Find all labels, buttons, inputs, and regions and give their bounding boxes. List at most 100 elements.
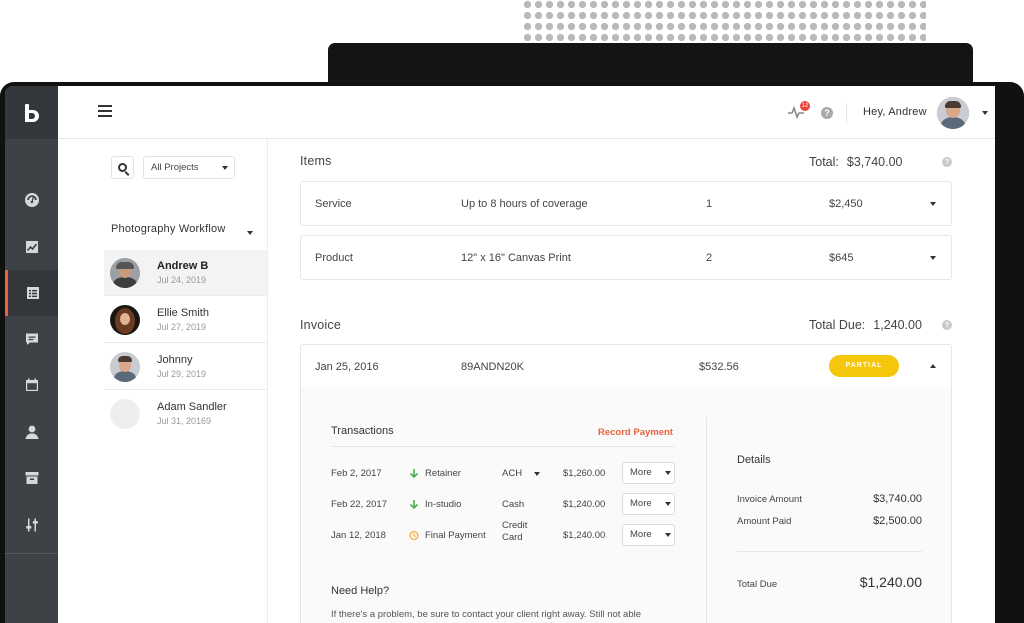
search-icon (118, 163, 127, 172)
details-rule (737, 551, 922, 552)
transaction-method-line1: Credit (502, 520, 528, 531)
app-screen: 12 ? Hey, Andrew All Projects Photograph… (5, 86, 995, 623)
workflow-panel: All Projects Photography Workflow Andrew… (58, 139, 268, 623)
details-title: Details (737, 454, 771, 466)
decorative-dot-pattern (522, 0, 926, 44)
client-name: Ellie Smith (157, 307, 209, 319)
user-avatar[interactable] (937, 97, 969, 129)
invoice-date: Jan 25, 2016 (315, 361, 379, 373)
user-greeting[interactable]: Hey, Andrew (863, 106, 927, 118)
expand-caret-icon[interactable] (930, 202, 936, 206)
invoice-row[interactable]: Jan 25, 2016 89ANDN20K $532.56 PARTIAL (300, 344, 952, 388)
items-total: Total: $3,740.00 (809, 155, 903, 169)
sidebar-item-workflow[interactable] (5, 270, 58, 316)
speedometer-icon (24, 193, 39, 207)
transaction-type: Final Payment (425, 530, 486, 541)
client-avatar-placeholder (110, 399, 140, 429)
transaction-type: In-studio (425, 499, 462, 510)
detail-label: Total Due (737, 579, 778, 590)
details-divider (706, 417, 707, 623)
help-icon[interactable]: ? (821, 107, 833, 119)
client-name: Andrew B (157, 260, 209, 272)
client-date: Jul 27, 2019 (157, 322, 207, 332)
sidebar-divider (5, 553, 58, 554)
items-total-value: $3,740.00 (846, 155, 903, 169)
client-avatar (110, 305, 140, 335)
user-menu-caret[interactable] (982, 111, 988, 115)
workflow-title[interactable]: Photography Workflow (111, 223, 225, 235)
detail-invoice-amount: Invoice Amount $3,740.00 (737, 493, 922, 505)
status-badge: PARTIAL (829, 355, 899, 377)
chat-icon (25, 333, 38, 345)
arrow-down-icon (409, 500, 419, 510)
brand-logo[interactable] (5, 86, 58, 139)
item-quantity: 2 (706, 252, 713, 264)
sidebar-item-analytics[interactable] (5, 224, 58, 270)
item-price: $645 (829, 252, 854, 264)
transaction-date: Feb 2, 2017 (331, 468, 382, 479)
header-divider (846, 103, 847, 123)
transaction-type: Retainer (425, 468, 461, 479)
top-header: 12 ? Hey, Andrew (58, 86, 995, 139)
transaction-row: Jan 12, 2018 Final Payment Credit Card $… (331, 520, 675, 552)
workflow-caret-icon[interactable] (247, 231, 253, 235)
client-list-item[interactable]: Andrew B Jul 24, 2019 (104, 250, 267, 296)
invoice-amount: $532.56 (699, 361, 739, 373)
menu-icon[interactable] (98, 105, 112, 117)
help-title: Need Help? (331, 585, 390, 597)
archive-icon (25, 472, 38, 484)
record-payment-link[interactable]: Record Payment (598, 427, 673, 438)
more-button[interactable]: More (622, 462, 675, 484)
list-icon (27, 287, 39, 299)
sidebar-item-calendar[interactable] (5, 362, 58, 408)
transaction-amount: $1,240.00 (563, 499, 606, 510)
transactions-divider (331, 446, 675, 447)
collapse-caret-icon[interactable] (930, 364, 936, 368)
item-row[interactable]: Service Up to 8 hours of coverage 1 $2,4… (300, 181, 952, 226)
transaction-method-line2: Card (502, 532, 523, 543)
transaction-method: Cash (502, 499, 525, 510)
help-text: If there's a problem, be sure to contact… (331, 609, 642, 620)
clock-icon (409, 530, 419, 541)
more-button-label: More (630, 467, 652, 478)
more-button[interactable]: More (622, 493, 675, 515)
sidebar-item-messages[interactable] (5, 316, 58, 362)
chart-icon (25, 241, 38, 253)
transaction-date: Jan 12, 2018 (331, 530, 386, 541)
client-list-item[interactable]: Johnny Jul 29, 2019 (104, 344, 267, 390)
transaction-method: ACH (502, 468, 523, 479)
search-button[interactable] (111, 156, 134, 179)
sidebar (5, 86, 58, 623)
sidebar-item-contacts[interactable] (5, 409, 58, 455)
calendar-icon (25, 378, 38, 391)
transaction-row: Feb 22, 2017 In-studio Cash $1,240.00 Mo… (331, 491, 675, 521)
notification-badge: 12 (800, 101, 810, 111)
sidebar-item-archive[interactable] (5, 455, 58, 501)
expand-caret-icon[interactable] (930, 256, 936, 260)
sidebar-item-dashboard[interactable] (5, 177, 58, 223)
more-button-label: More (630, 498, 652, 509)
method-caret-icon[interactable] (534, 472, 540, 476)
user-icon (25, 425, 38, 439)
invoice-info-icon[interactable]: ? (942, 320, 952, 330)
item-description: Up to 8 hours of coverage (461, 198, 588, 210)
items-info-icon[interactable]: ? (942, 157, 952, 167)
client-list-item[interactable]: Ellie Smith Jul 27, 2019 (104, 297, 267, 343)
project-filter-select[interactable]: All Projects (143, 156, 235, 179)
project-filter-value: All Projects (151, 162, 199, 173)
item-row[interactable]: Product 12" x 16" Canvas Print 2 $645 (300, 235, 952, 280)
more-button[interactable]: More (622, 524, 675, 546)
item-price: $2,450 (829, 198, 863, 210)
invoice-details-panel: Transactions Record Payment Feb 2, 2017 … (300, 387, 952, 623)
detail-value: $1,240.00 (859, 574, 922, 590)
items-title: Items (300, 154, 332, 168)
sliders-icon (25, 518, 38, 532)
transactions-title: Transactions (331, 425, 394, 437)
detail-amount-paid: Amount Paid $2,500.00 (737, 515, 922, 527)
client-list-item[interactable]: Adam Sandler Jul 31, 20169 (104, 391, 267, 437)
arrow-down-icon (409, 469, 419, 479)
sidebar-item-settings[interactable] (5, 502, 58, 548)
detail-label: Invoice Amount (737, 494, 802, 505)
transaction-amount: $1,240.00 (563, 530, 606, 541)
chevron-down-icon (665, 533, 671, 537)
